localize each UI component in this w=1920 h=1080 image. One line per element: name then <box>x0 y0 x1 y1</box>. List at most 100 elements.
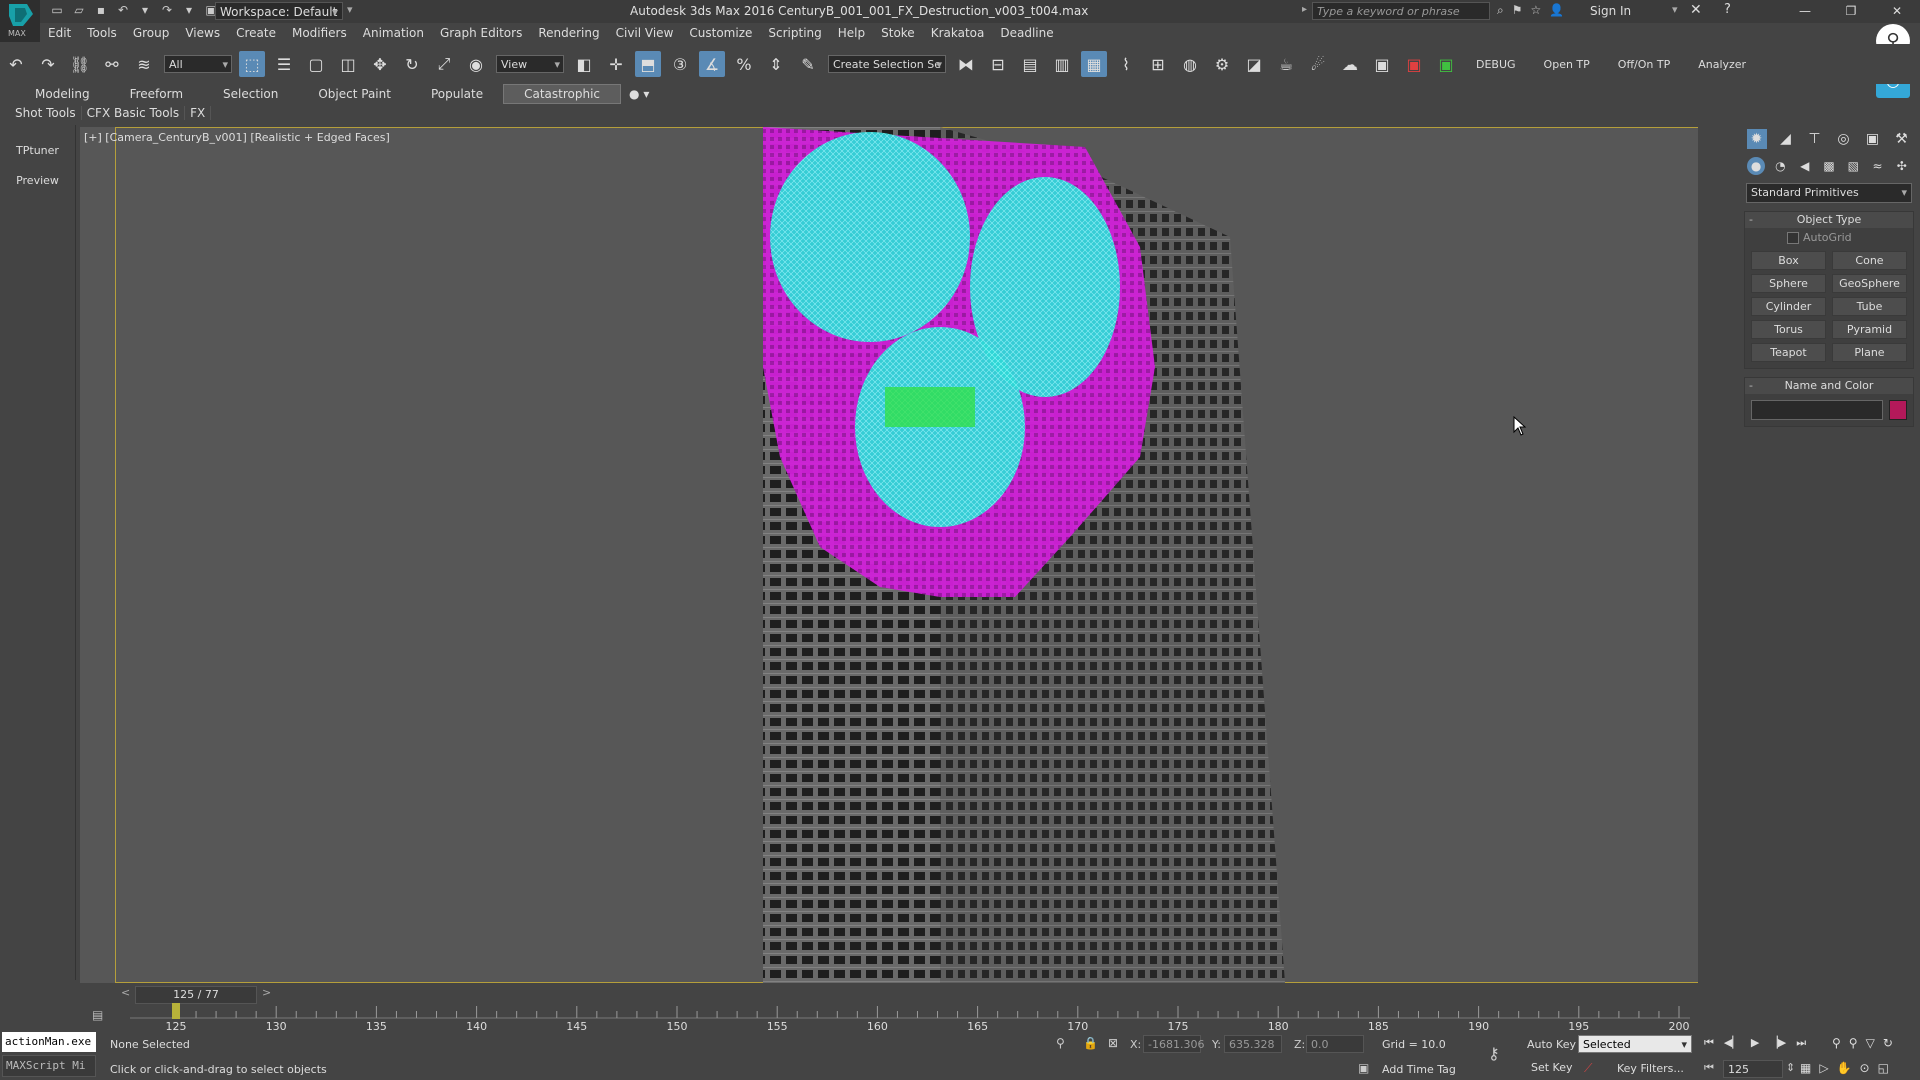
close-icon[interactable]: ✕ <box>1874 0 1920 23</box>
y-coordinate-field[interactable]: 635.328 <box>1224 1035 1282 1053</box>
open-file-icon[interactable]: ▱ <box>72 3 86 17</box>
menu-deadline[interactable]: Deadline <box>992 26 1061 40</box>
scale-icon[interactable]: ⤢ <box>431 51 457 77</box>
tab-populate[interactable]: Populate <box>411 85 503 103</box>
object-type-header[interactable]: Object Type <box>1745 212 1913 228</box>
schematic-view-icon[interactable]: ⊞ <box>1145 51 1171 77</box>
sign-in-dropdown-icon[interactable]: ▾ <box>1672 3 1678 16</box>
workspace-dropdown[interactable]: Workspace: Default <box>215 2 343 21</box>
tab-fx[interactable]: FX <box>185 106 212 120</box>
tab-cfx-basic-tools[interactable]: CFX Basic Tools <box>82 106 186 120</box>
help-icon[interactable]: ? <box>1724 2 1731 17</box>
key-set-dropdown[interactable]: Selected <box>1578 1035 1692 1054</box>
menu-rendering[interactable]: Rendering <box>530 26 607 40</box>
time-configuration-icon[interactable]: ▦ <box>1800 1061 1811 1075</box>
mirror-icon[interactable]: ⧓ <box>953 51 979 77</box>
tab-modeling[interactable]: Modeling <box>15 85 110 103</box>
menu-edit[interactable]: Edit <box>40 26 79 40</box>
analyzer-button[interactable]: Analyzer <box>1698 58 1746 71</box>
absolute-mode-icon[interactable]: ⊠ <box>1108 1036 1118 1050</box>
utilities-tab-icon[interactable]: ⚒ <box>1892 129 1912 149</box>
menu-create[interactable]: Create <box>228 26 284 40</box>
percent-snap-icon[interactable]: % <box>731 51 757 77</box>
previous-frame-icon[interactable]: ◀▏ <box>1724 1036 1741 1050</box>
selection-filter-dropdown[interactable]: All <box>164 55 232 74</box>
rendered-frame-window-icon[interactable]: ◪ <box>1241 51 1267 77</box>
walk-through-icon[interactable]: ⊙ <box>1860 1061 1870 1075</box>
customize-qa-icon[interactable]: ▾ <box>347 3 353 16</box>
space-warps-icon[interactable]: ≈ <box>1869 157 1887 175</box>
autogrid-checkbox[interactable]: AutoGrid <box>1745 228 1913 247</box>
trackbar[interactable]: 125 130 135 140 145 150 155 160 165 170 175 180 185 1… <box>130 1003 1690 1033</box>
orbit-camera-icon[interactable]: ↻ <box>1883 1036 1893 1050</box>
undo-dropdown-icon[interactable]: ▾ <box>138 3 152 17</box>
redo-icon[interactable]: ↷ <box>35 51 61 77</box>
maxscript-input[interactable]: MAXScript Mi <box>2 1055 96 1077</box>
undo-icon[interactable]: ↶ <box>3 51 29 77</box>
cylinder-button[interactable]: Cylinder <box>1751 297 1826 316</box>
zoom-icon[interactable]: ⚲ <box>1832 1036 1841 1050</box>
maxscript-listener[interactable]: actionMan.exe MAXScript Mi <box>2 1032 96 1078</box>
tab-freeform[interactable]: Freeform <box>110 85 203 103</box>
minimize-icon[interactable]: — <box>1782 0 1828 23</box>
current-frame-field[interactable]: 125 <box>1723 1060 1783 1078</box>
preview-button[interactable]: Preview <box>4 169 71 193</box>
viewport-label[interactable]: [+] [Camera_CenturyB_v001] [Realistic + … <box>84 131 390 144</box>
frame-spinner-icon[interactable]: ⇕ <box>1786 1061 1795 1074</box>
render-iterative-icon[interactable]: ☄ <box>1305 51 1331 77</box>
field-of-view-icon[interactable]: ▽ <box>1866 1036 1875 1050</box>
hierarchy-tab-icon[interactable]: ⊤ <box>1805 129 1825 149</box>
redo-icon[interactable]: ↷ <box>160 3 174 17</box>
menu-krakatoa[interactable]: Krakatoa <box>923 26 993 40</box>
set-key-button[interactable]: Set Key <box>1531 1061 1573 1074</box>
display-tab-icon[interactable]: ▣ <box>1863 129 1883 149</box>
bind-space-warp-icon[interactable]: ≋ <box>131 51 157 77</box>
manipulate-icon[interactable]: ✛ <box>603 51 629 77</box>
z-coordinate-field[interactable]: 0.0 <box>1306 1035 1364 1053</box>
tptuner-button[interactable]: TPtuner <box>4 139 71 163</box>
spinner-snap-icon[interactable]: ⇕ <box>763 51 789 77</box>
binoculars-icon[interactable]: ⌕ <box>1497 3 1504 18</box>
time-tag-icon[interactable]: ▣ <box>1358 1061 1369 1075</box>
selection-lock-icon[interactable]: 🔒 <box>1083 1036 1098 1050</box>
exchange-icon[interactable]: ✕ <box>1690 2 1702 18</box>
cone-button[interactable]: Cone <box>1832 251 1907 270</box>
auto-key-button[interactable]: Auto Key <box>1527 1038 1576 1051</box>
time-slider-prev-icon[interactable]: < <box>121 986 130 999</box>
edit-named-selection-icon[interactable]: ✎ <box>795 51 821 77</box>
next-frame-icon[interactable]: ▕▶ <box>1769 1036 1786 1050</box>
unlink-icon[interactable]: ⚯ <box>99 51 125 77</box>
save-file-icon[interactable]: ▪ <box>94 3 108 17</box>
maxscript-output[interactable]: actionMan.exe <box>2 1032 96 1052</box>
scene-explorer-toggle-icon[interactable]: ▦ <box>1081 51 1107 77</box>
ribbon-options-icon[interactable]: ● ▾ <box>621 85 657 103</box>
redo-dropdown-icon[interactable]: ▾ <box>182 3 196 17</box>
geometry-icon[interactable]: ● <box>1747 157 1766 175</box>
teapot-button[interactable]: Teapot <box>1751 343 1826 362</box>
keyboard-shortcut-override-icon[interactable]: ⬒ <box>635 51 661 77</box>
render-production-icon[interactable]: ☕ <box>1273 51 1299 77</box>
motion-tab-icon[interactable]: ◎ <box>1834 129 1854 149</box>
go-to-start-icon[interactable]: ⏮ <box>1704 1036 1714 1050</box>
key-mode-toggle-icon[interactable]: ⏮ <box>1704 1061 1714 1075</box>
named-selection-dropdown[interactable]: Create Selection Se <box>828 55 946 74</box>
pivot-center-icon[interactable]: ◧ <box>571 51 597 77</box>
time-slider[interactable]: 125 / 77 <box>135 986 257 1004</box>
menu-graph-editors[interactable]: Graph Editors <box>432 26 530 40</box>
tab-catastrophic[interactable]: Catastrophic <box>503 84 622 104</box>
pan-view-icon[interactable]: ✋ <box>1837 1061 1852 1075</box>
app-logo[interactable]: MAX <box>0 0 40 42</box>
play-icon[interactable]: ▶ <box>1751 1036 1759 1050</box>
window-crossing-icon[interactable]: ◫ <box>335 51 361 77</box>
tab-shot-tools[interactable]: Shot Tools <box>10 106 82 120</box>
add-time-tag[interactable]: Add Time Tag <box>1382 1063 1456 1076</box>
modify-tab-icon[interactable]: ◢ <box>1776 129 1796 149</box>
dolly-camera-icon[interactable]: ▷ <box>1819 1061 1828 1075</box>
viewport[interactable] <box>80 127 1698 983</box>
maximize-viewport-icon[interactable]: ◱ <box>1878 1061 1889 1075</box>
torus-button[interactable]: Torus <box>1751 320 1826 339</box>
restore-icon[interactable]: ❐ <box>1828 0 1874 23</box>
subscription-icon[interactable]: ⚑ <box>1512 3 1523 18</box>
select-by-name-icon[interactable]: ☰ <box>271 51 297 77</box>
a360-render-icon[interactable]: ☁ <box>1337 51 1363 77</box>
